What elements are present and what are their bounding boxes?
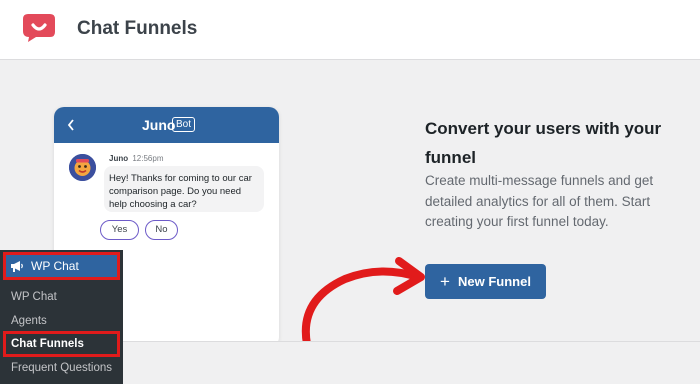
- promo-title: Convert your users with your funnel: [425, 119, 662, 167]
- page-title: Chat Funnels: [77, 18, 198, 39]
- new-funnel-button[interactable]: + New Funnel: [425, 264, 546, 299]
- chat-preview-header: Juno Bot: [54, 107, 279, 143]
- promo-description: Create multi-message funnels and get det…: [425, 173, 654, 229]
- wp-menu-wp-chat[interactable]: WP Chat: [3, 252, 120, 280]
- content-bottom-strip: [123, 341, 700, 384]
- submenu-item-chat-funnels[interactable]: Chat Funnels: [3, 331, 120, 357]
- message-meta: Juno 12:56pm: [109, 154, 163, 163]
- quick-reply-no[interactable]: No: [145, 220, 178, 240]
- wp-submenu: WP Chat Agents Chat Funnels Frequent Que…: [0, 283, 123, 384]
- app-frame: Chat Funnels Juno Bot Juno 12:56pm Hey!: [0, 0, 700, 384]
- annotation-arrow: [301, 257, 425, 348]
- message-time: 12:56pm: [132, 154, 164, 163]
- message-author: Juno: [109, 154, 129, 163]
- bot-badge: Bot: [172, 117, 196, 132]
- page-header: Chat Funnels: [0, 0, 700, 60]
- plus-icon: +: [440, 272, 450, 291]
- chat-bubble-smile-icon: [23, 14, 55, 42]
- chat-agent-name: Juno: [142, 117, 176, 133]
- message-bubble: Hey! Thanks for coming to our car compar…: [104, 166, 264, 212]
- submenu-item-wp-chat[interactable]: WP Chat: [11, 291, 57, 303]
- new-funnel-label: New Funnel: [457, 274, 531, 289]
- chevron-left-icon[interactable]: [67, 119, 75, 131]
- megaphone-icon: [11, 261, 23, 272]
- quick-reply-yes[interactable]: Yes: [100, 220, 139, 240]
- bot-avatar: [69, 154, 96, 181]
- submenu-item-frequent-questions[interactable]: Frequent Questions: [11, 362, 112, 374]
- submenu-item-agents[interactable]: Agents: [11, 315, 47, 327]
- wp-menu-wp-chat-label: WP Chat: [31, 259, 79, 273]
